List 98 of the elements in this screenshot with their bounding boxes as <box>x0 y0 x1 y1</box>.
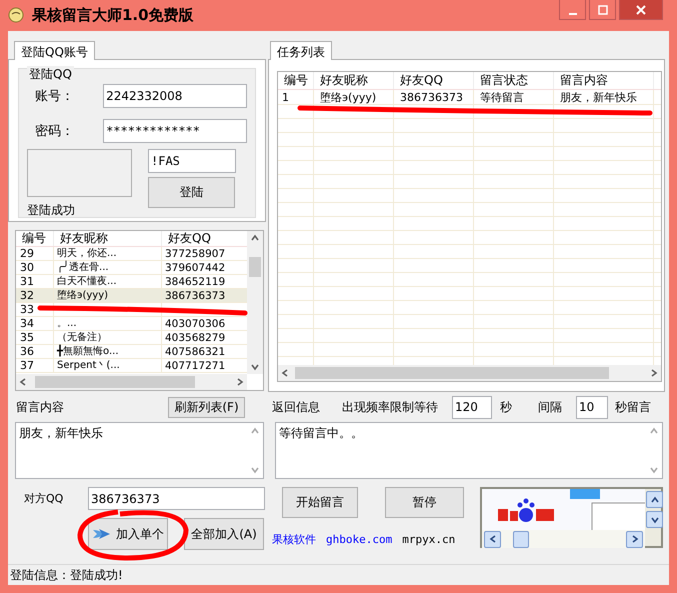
friend-row[interactable]: 36 ╋無願無悔o... 407586321 <box>16 345 247 359</box>
scroll-up-icon[interactable] <box>251 234 259 242</box>
chevron-up-icon[interactable] <box>650 496 658 504</box>
scroll-right-icon[interactable] <box>650 369 658 377</box>
close-icon <box>636 4 646 14</box>
window-title: 果核留言大师1.0免费版 <box>32 6 194 25</box>
friend-row[interactable]: 37 Serpent丶(... 407717271 <box>16 359 247 373</box>
login-status: 登陆成功 <box>27 202 76 219</box>
table-cell: 等待留言 <box>474 90 554 104</box>
maximize-button[interactable] <box>589 0 616 20</box>
minimize-icon <box>568 12 576 14</box>
friend-row[interactable]: 29 明天，你还... 377258907 <box>16 247 247 261</box>
add-one-button[interactable]: 加入单个 <box>88 518 168 550</box>
password-label: 密码： <box>34 123 75 140</box>
table-cell: 1 <box>278 90 314 104</box>
column-header[interactable]: 好友昵称 <box>314 72 394 89</box>
scrollbar-thumb[interactable] <box>295 367 609 379</box>
refresh-button[interactable]: 刷新列表(F) <box>168 396 245 418</box>
table-cell: （无备注） <box>54 331 162 344</box>
maximize-icon <box>598 4 608 14</box>
table-cell: 30 <box>16 261 54 274</box>
column-header[interactable]: 编号 <box>278 72 314 89</box>
table-cell: ╋無願無悔o... <box>54 345 162 358</box>
scrollbar-thumb[interactable] <box>249 257 261 277</box>
scroll-right-button[interactable] <box>626 530 643 548</box>
table-cell: 386736373 <box>394 90 474 104</box>
table-cell: 朋友，新年快乐 <box>554 90 654 104</box>
scroll-down-button[interactable] <box>646 511 663 528</box>
table-cell: 35 <box>16 331 54 344</box>
table-cell: 36 <box>16 345 54 358</box>
table-cell: 明天，你还... <box>54 247 162 260</box>
column-header[interactable]: 留言状态 <box>474 72 554 89</box>
column-header[interactable]: 编号 <box>16 231 54 246</box>
table-cell: 堕络э(yyy) <box>314 90 394 104</box>
account-field[interactable]: 2242332008 <box>103 84 247 108</box>
scrollbar-thumb[interactable] <box>513 530 529 548</box>
friend-row[interactable]: 34 。... 403070306 <box>16 317 247 331</box>
table-cell: 堕络э(yyy) <box>54 289 162 302</box>
scrollbar-thumb[interactable] <box>35 376 195 388</box>
app-logo-icon <box>8 7 24 23</box>
account-label: 账号： <box>34 88 75 105</box>
vertical-scrollbar[interactable] <box>247 231 263 374</box>
chevron-left-icon[interactable] <box>488 535 496 543</box>
table-cell: Serpent丶(... <box>54 359 162 372</box>
friend-row[interactable]: 35 （无备注） 403568279 <box>16 331 247 345</box>
table-cell: 白天不懂夜... <box>54 275 162 288</box>
table-cell: 29 <box>16 247 54 260</box>
column-header[interactable]: 好友昵称 <box>54 231 162 246</box>
login-tab[interactable]: 登陆QQ账号 <box>14 41 95 60</box>
scroll-left-button[interactable] <box>484 530 501 548</box>
interval-label: 间隔 <box>538 398 562 416</box>
message-label: 留言内容 <box>16 398 64 416</box>
chevron-right-icon[interactable] <box>630 535 638 543</box>
return-info-text: 等待留言中。。 <box>278 425 364 442</box>
start-button[interactable]: 开始留言 <box>282 487 358 518</box>
scroll-up-button[interactable] <box>646 491 663 508</box>
scroll-left-icon[interactable] <box>19 378 27 386</box>
status-text: 登陆信息：登陆成功! <box>10 566 123 584</box>
seconds-label: 秒 <box>500 398 512 416</box>
table-cell: 34 <box>16 317 54 330</box>
close-button[interactable] <box>619 0 663 20</box>
return-info-label: 返回信息 <box>272 398 320 416</box>
group-title: 登陆QQ <box>27 66 74 83</box>
scroll-down-icon[interactable] <box>251 363 259 371</box>
friend-row[interactable]: 31 白天不懂夜... 384652119 <box>16 275 247 289</box>
table-cell: 37 <box>16 359 54 372</box>
link[interactable]: ghboke.com <box>326 533 392 546</box>
table-cell: 33 <box>16 303 54 316</box>
friend-row[interactable]: 32 堕络э(yyy) 386736373 <box>16 289 247 303</box>
minimize-button[interactable] <box>559 0 586 20</box>
table-cell: 32 <box>16 289 54 302</box>
rate-limit-label: 出现频率限制等待 <box>342 398 438 416</box>
friend-row[interactable]: 30 ╭╯透在骨... 379607442 <box>16 261 247 275</box>
login-button[interactable]: 登陆 <box>148 177 235 208</box>
table-cell: 31 <box>16 275 54 288</box>
message-text: 朋友，新年快乐 <box>18 425 104 442</box>
target-qq-field[interactable]: 386736373 <box>88 487 265 510</box>
chevron-down-icon[interactable] <box>650 516 658 524</box>
horizontal-scrollbar[interactable] <box>278 365 661 381</box>
link[interactable]: mrpyx.cn <box>402 533 456 546</box>
pause-button[interactable]: 暂停 <box>385 487 464 518</box>
captcha-field[interactable]: !FAS <box>148 149 236 173</box>
horizontal-scrollbar[interactable] <box>16 374 247 390</box>
table-cell: 。... <box>54 317 162 330</box>
table-cell: ╭╯透在骨... <box>54 261 162 274</box>
scroll-right-icon[interactable] <box>236 378 244 386</box>
column-header[interactable]: 好友QQ <box>394 72 474 89</box>
seconds-message-label: 秒留言 <box>615 398 651 416</box>
link[interactable]: 果核软件 <box>272 532 316 547</box>
task-tab[interactable]: 任务列表 <box>270 41 332 60</box>
wait-field[interactable]: 120 <box>452 396 492 418</box>
add-all-button[interactable]: 全部加入(A) <box>184 518 264 550</box>
password-field[interactable]: ************* <box>103 119 247 143</box>
arrow-icon <box>92 527 112 541</box>
target-qq-label: 对方QQ <box>24 491 64 506</box>
column-header[interactable]: 留言内容 <box>554 72 654 89</box>
interval-field[interactable]: 10 <box>576 396 608 418</box>
scroll-left-icon[interactable] <box>281 369 289 377</box>
